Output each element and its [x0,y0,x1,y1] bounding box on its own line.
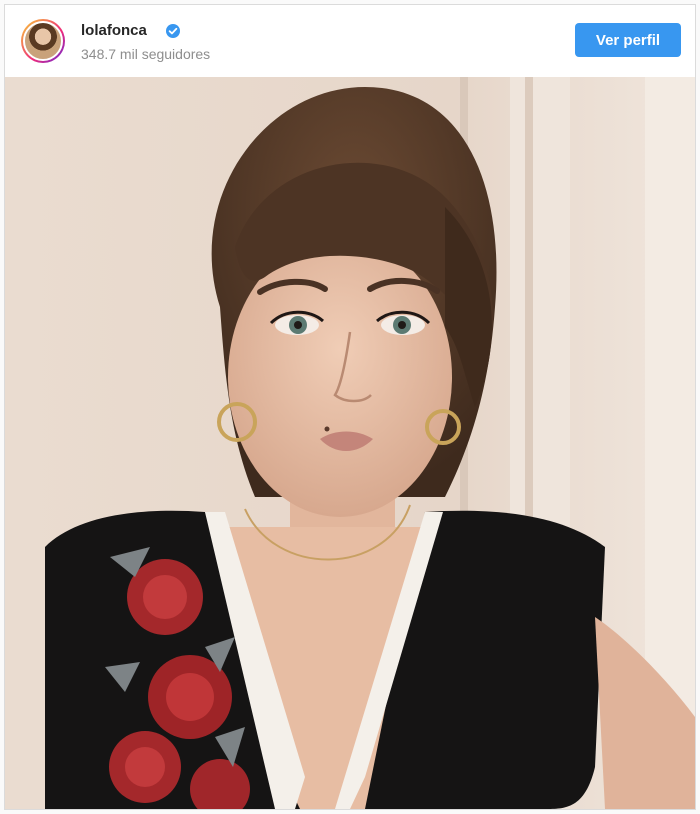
post-header: lolafonca 348.7 mil seguidores Ver perfi… [5,5,695,77]
portrait-image [5,77,695,809]
avatar-image [23,21,63,61]
verified-badge-icon [166,24,180,38]
follower-count: 348.7 mil seguidores [81,46,211,62]
instagram-embed-card: lolafonca 348.7 mil seguidores Ver perfi… [4,4,696,810]
avatar[interactable] [21,19,65,63]
post-photo[interactable] [5,77,695,809]
view-profile-button[interactable]: Ver perfil [575,23,681,57]
username[interactable]: lolafonca [81,22,147,39]
